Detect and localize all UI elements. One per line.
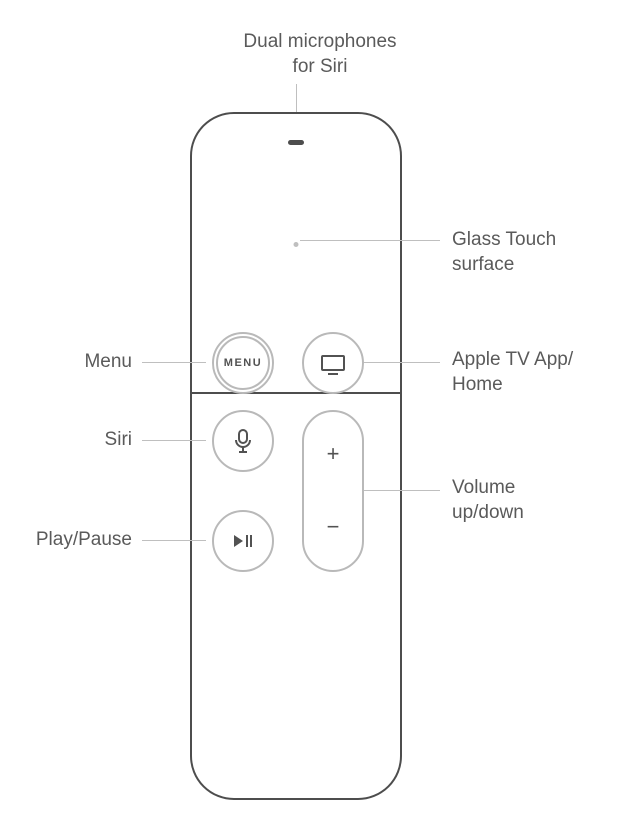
volume-down-icon: − bbox=[327, 513, 340, 542]
label-volume-line1: Volume bbox=[452, 476, 524, 501]
label-siri: Siri bbox=[40, 428, 132, 453]
siri-button[interactable] bbox=[212, 410, 274, 472]
label-microphones-line1: Dual microphones bbox=[0, 30, 640, 55]
apple-tv-home-button[interactable] bbox=[302, 332, 364, 394]
leader-siri bbox=[142, 440, 206, 441]
menu-button[interactable]: MENU bbox=[212, 332, 274, 394]
remote-body: MENU + − bbox=[190, 112, 402, 800]
play-pause-icon bbox=[234, 535, 252, 547]
play-pause-button[interactable] bbox=[212, 510, 274, 572]
microphone-icon bbox=[234, 429, 252, 453]
label-volume: Volume up/down bbox=[452, 476, 524, 525]
menu-button-label: MENU bbox=[216, 336, 270, 390]
tv-icon bbox=[321, 355, 345, 371]
label-microphones: Dual microphones for Siri bbox=[0, 30, 640, 79]
volume-rocker[interactable]: + − bbox=[302, 410, 364, 572]
diagram-stage: Dual microphones for Siri MENU bbox=[0, 0, 640, 822]
label-tv-line2: Home bbox=[452, 373, 573, 398]
microphone-slot-icon bbox=[288, 140, 304, 145]
label-apple-tv-home: Apple TV App/ Home bbox=[452, 348, 573, 397]
volume-up-icon: + bbox=[327, 440, 340, 469]
touch-surface-marker-icon bbox=[294, 242, 299, 247]
label-touch-line1: Glass Touch bbox=[452, 228, 556, 253]
label-play-pause: Play/Pause bbox=[20, 528, 132, 553]
label-siri-text: Siri bbox=[105, 429, 132, 450]
surface-divider bbox=[192, 392, 400, 394]
leader-menu bbox=[142, 362, 206, 363]
label-play-pause-text: Play/Pause bbox=[36, 529, 132, 550]
label-volume-line2: up/down bbox=[452, 501, 524, 526]
leader-touch bbox=[300, 240, 440, 241]
label-menu: Menu bbox=[40, 350, 132, 375]
label-menu-text: Menu bbox=[84, 351, 132, 372]
label-microphones-line2: for Siri bbox=[0, 55, 640, 80]
leader-tv bbox=[364, 362, 440, 363]
label-touch-line2: surface bbox=[452, 253, 556, 278]
label-tv-line1: Apple TV App/ bbox=[452, 348, 573, 373]
leader-volume bbox=[364, 490, 440, 491]
label-touch-surface: Glass Touch surface bbox=[452, 228, 556, 277]
leader-play bbox=[142, 540, 206, 541]
